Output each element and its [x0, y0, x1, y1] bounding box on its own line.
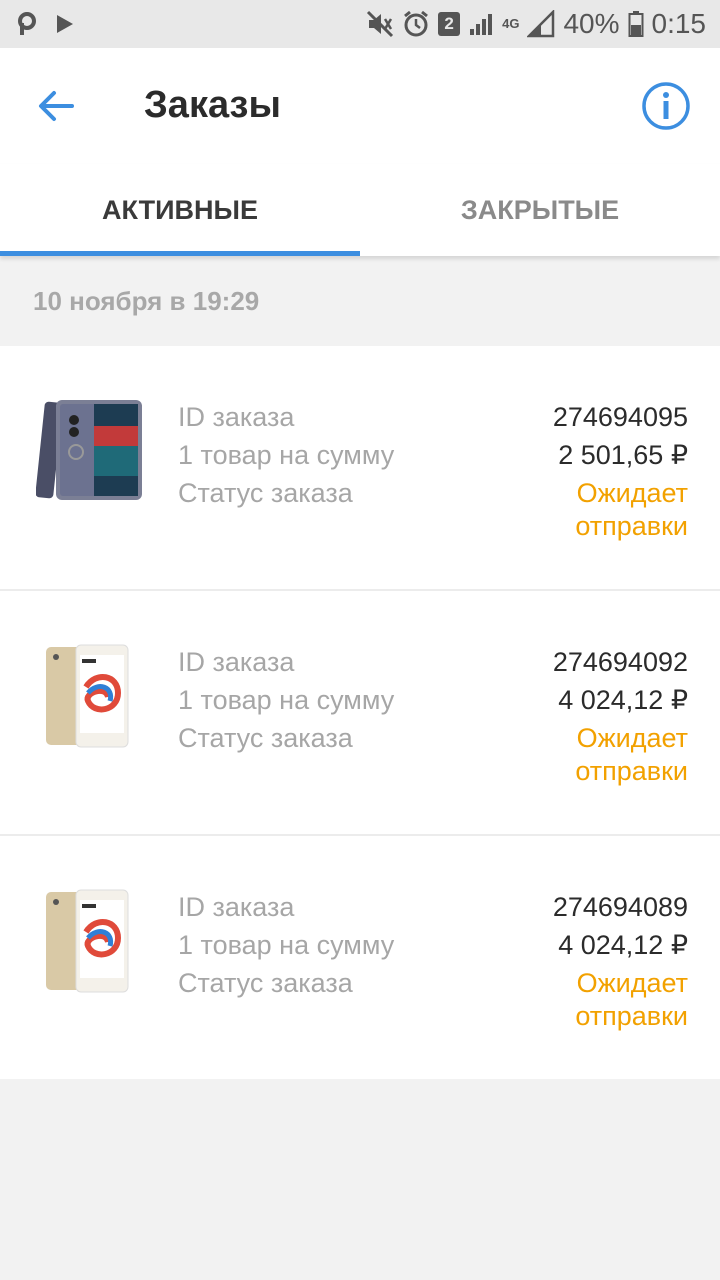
- order-values: 274694095 2 501,65 ₽ Ожидает отправки: [553, 398, 688, 543]
- mute-icon: [366, 10, 394, 38]
- battery-percent: 40%: [563, 8, 620, 39]
- sim-badge: 2: [438, 12, 461, 36]
- battery-icon: [628, 10, 644, 38]
- tab-bar: АКТИВНЫЕ ЗАКРЫТЫЕ: [0, 164, 720, 256]
- order-labels: ID заказа 1 товар на сумму Статус заказа: [178, 398, 394, 512]
- status-bar: 2 4G 40% 0:15: [0, 0, 720, 48]
- order-labels: ID заказа 1 товар на сумму Статус заказа: [178, 643, 394, 757]
- order-status-label: Статус заказа: [178, 723, 353, 753]
- order-item[interactable]: ID заказа 1 товар на сумму Статус заказа…: [0, 836, 720, 1079]
- alarm-icon: [402, 10, 430, 38]
- order-id-label: ID заказа: [178, 402, 295, 432]
- arrow-back-icon: [39, 91, 74, 121]
- order-status-value: Ожидает отправки: [575, 968, 688, 1031]
- order-id-label: ID заказа: [178, 892, 295, 922]
- play-icon: [54, 12, 76, 36]
- product-thumbnail: [36, 641, 146, 751]
- orders-list: ID заказа 1 товар на сумму Статус заказа…: [0, 346, 720, 1079]
- order-status-label: Статус заказа: [178, 478, 353, 508]
- tab-active-orders[interactable]: АКТИВНЫЕ: [0, 164, 360, 256]
- order-id-value: 274694092: [552, 647, 688, 677]
- product-thumbnail: [36, 886, 146, 996]
- order-sum-label: 1 товар на сумму: [178, 930, 395, 960]
- order-status-label: Статус заказа: [178, 968, 353, 998]
- product-thumbnail: [35, 396, 146, 506]
- order-item[interactable]: ID заказа 1 товар на сумму Статус заказа…: [0, 346, 720, 591]
- order-labels: ID заказа 1 товар на сумму Статус заказа: [178, 888, 394, 1002]
- order-id-label: ID заказа: [178, 647, 295, 677]
- order-id-value: 274694095: [552, 402, 688, 432]
- page-title: Заказы: [144, 84, 281, 126]
- order-sum-label: 1 товар на сумму: [178, 685, 395, 715]
- order-id-value: 274694089: [552, 892, 688, 922]
- order-values: 274694089 4 024,12 ₽ Ожидает отправки: [553, 888, 688, 1033]
- back-button[interactable]: [28, 78, 84, 134]
- app-notification-icon: [14, 11, 40, 37]
- order-values: 274694092 4 024,12 ₽ Ожидает отправки: [553, 643, 688, 788]
- order-sum-label: 1 товар на сумму: [178, 440, 395, 470]
- order-status-value: Ожидает отправки: [575, 723, 688, 786]
- order-sum-value: 4 024,12 ₽: [558, 930, 688, 960]
- info-button[interactable]: [640, 80, 692, 132]
- network-type: 4G: [502, 16, 520, 31]
- order-status-value: Ожидает отправки: [575, 478, 688, 541]
- tab-closed-orders[interactable]: ЗАКРЫТЫЕ: [360, 164, 720, 256]
- clock: 0:15: [651, 8, 707, 39]
- order-sum-value: 2 501,65 ₽: [558, 440, 688, 470]
- order-sum-value: 4 024,12 ₽: [558, 685, 688, 715]
- signal-icon: [468, 11, 494, 37]
- order-item[interactable]: ID заказа 1 товар на сумму Статус заказа…: [0, 591, 720, 836]
- info-icon: [642, 82, 690, 130]
- signal-empty-icon: [527, 10, 555, 38]
- app-bar: Заказы: [0, 48, 720, 164]
- date-header: 10 ноября в 19:29: [33, 285, 260, 316]
